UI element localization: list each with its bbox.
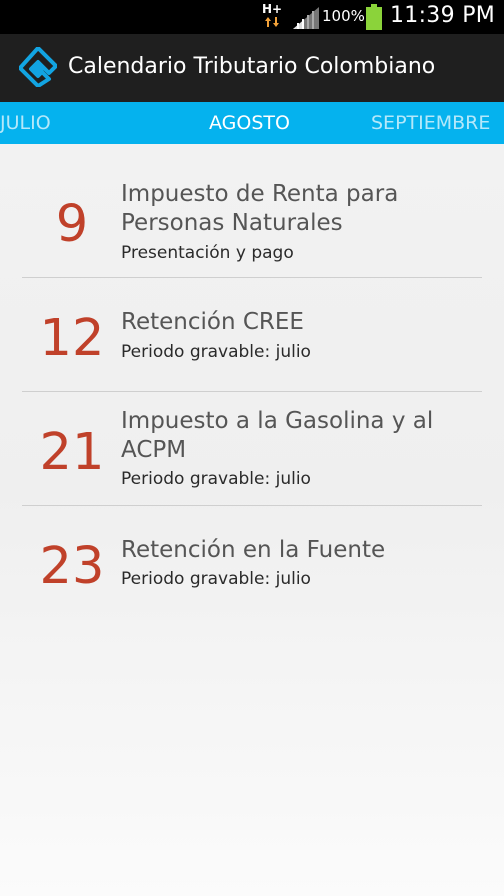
clock: 11:39 PM: [390, 3, 496, 28]
tab-next-month[interactable]: SEPTIEMBRE: [371, 112, 490, 134]
action-bar: Calendario Tributario Colombiano: [0, 34, 504, 102]
network-indicator: H+: [262, 2, 284, 30]
event-day: 21: [39, 423, 105, 482]
event-name-line1: Impuesto de Renta para: [121, 181, 399, 207]
event-name-line1: Retención en la Fuente: [121, 537, 386, 563]
tab-current-month[interactable]: AGOSTO: [209, 112, 290, 134]
network-type: H+: [262, 2, 283, 16]
event-day: 9: [55, 195, 89, 254]
event-day: 12: [39, 309, 105, 368]
list-item[interactable]: 23 Retención en la Fuente Periodo gravab…: [22, 506, 482, 606]
event-name-line2: Personas Naturales: [121, 210, 343, 236]
event-name-line1: Impuesto a la Gasolina y al: [121, 408, 434, 434]
list-item[interactable]: 9 Impuesto de Renta para Personas Natura…: [22, 168, 482, 278]
list-item[interactable]: 21 Impuesto a la Gasolina y al ACPM Peri…: [22, 392, 482, 506]
tab-previous-month[interactable]: JULIO: [0, 112, 51, 134]
tax-events-list: 9 Impuesto de Renta para Personas Natura…: [22, 168, 482, 606]
event-detail: Periodo gravable: julio: [121, 342, 311, 362]
signal-icon: [293, 7, 319, 33]
event-day: 23: [39, 537, 105, 596]
app-title: Calendario Tributario Colombiano: [68, 54, 436, 79]
event-detail: Presentación y pago: [121, 243, 294, 263]
battery-icon: [366, 4, 382, 34]
event-name-line1: Retención CREE: [121, 309, 304, 335]
data-arrows-icon: [264, 17, 282, 30]
list-item[interactable]: 12 Retención CREE Periodo gravable: juli…: [22, 278, 482, 392]
month-tab-strip: JULIO AGOSTO SEPTIEMBRE: [0, 102, 504, 144]
status-bar: H+ 100% 11:39 PM: [0, 0, 504, 34]
event-detail: Periodo gravable: julio: [121, 569, 311, 589]
event-name-line2: ACPM: [121, 437, 187, 463]
app-logo-icon[interactable]: [18, 46, 58, 91]
event-detail: Periodo gravable: julio: [121, 469, 311, 489]
battery-percent: 100%: [322, 7, 365, 25]
